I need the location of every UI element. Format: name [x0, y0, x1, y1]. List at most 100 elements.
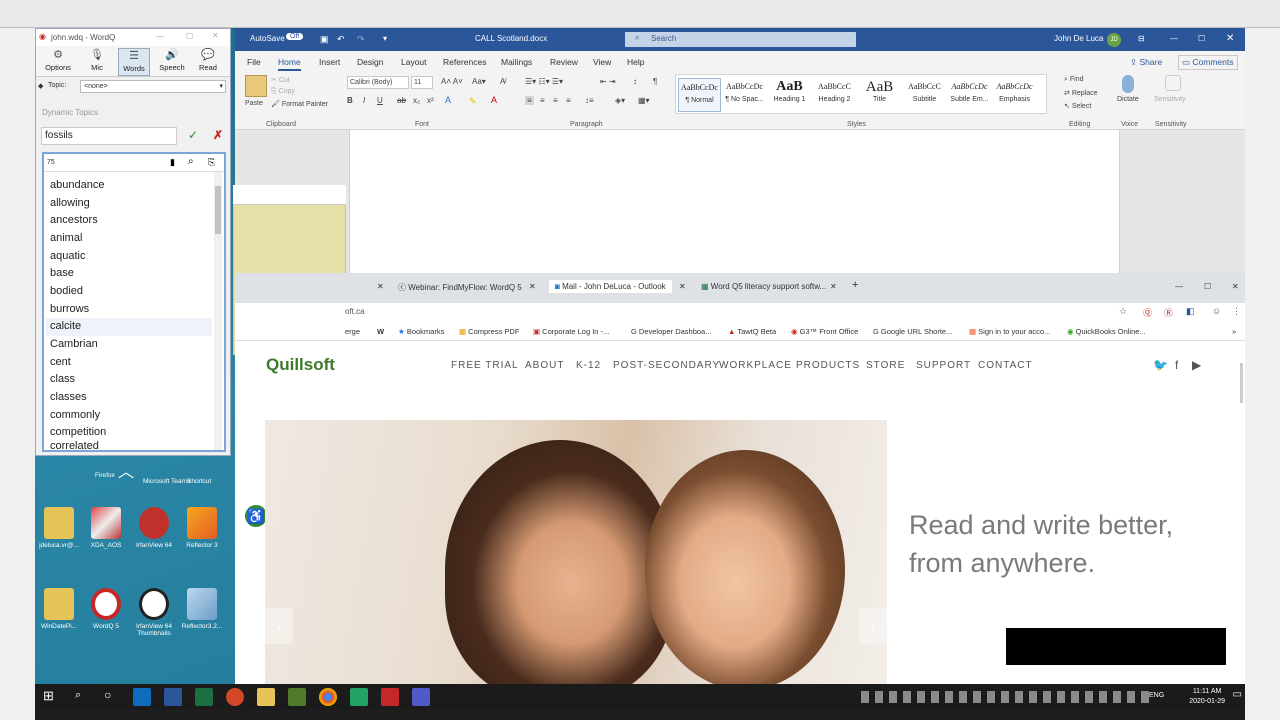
outlook-taskbar-icon[interactable] — [133, 688, 151, 706]
topic-select[interactable]: <none> ▾ — [80, 80, 226, 93]
comments-button[interactable]: ▭ Comments — [1178, 55, 1238, 70]
cut-button[interactable]: ✂ Cut — [271, 76, 290, 84]
checkmark-icon[interactable]: ✓ — [188, 128, 198, 142]
document-page[interactable] — [349, 130, 1120, 273]
user-avatar[interactable]: JD — [1107, 33, 1121, 47]
save-icon[interactable]: ▣ — [320, 34, 329, 45]
minimize-icon[interactable]: — — [1170, 34, 1178, 43]
find-button[interactable]: ⌕ Find — [1064, 76, 1084, 84]
paste-button[interactable]: Paste — [245, 100, 263, 107]
bookmark-item[interactable]: G Developer Dashboa... — [631, 327, 711, 336]
undo-icon[interactable]: ↶ — [337, 34, 345, 45]
desktop-icon-wordq[interactable]: WordQ 5 — [83, 588, 129, 630]
customize-qat-icon[interactable]: ▾ — [383, 34, 387, 43]
superscript-icon[interactable]: x² — [427, 96, 434, 105]
close-icon[interactable]: ✕ — [1226, 33, 1234, 44]
bookmark-item[interactable]: ▣ Corporate Log In -... — [533, 327, 609, 336]
chrome-taskbar-icon[interactable] — [319, 688, 337, 706]
list-item[interactable]: aquatic — [50, 250, 85, 262]
tab-file[interactable]: File — [247, 57, 261, 67]
indent-icon[interactable]: ⇤ ⇥ — [600, 77, 616, 86]
w-icon[interactable]: W — [377, 327, 384, 336]
browser-tab-outlook[interactable]: ◙ Mail - John DeLuca - Outlook — [549, 280, 672, 293]
list-item[interactable]: allowing — [50, 197, 90, 209]
list-item[interactable]: animal — [50, 232, 82, 244]
maximize-icon[interactable]: ☐ — [186, 32, 193, 41]
carousel-next-button[interactable]: › — [859, 608, 887, 644]
close-tab-icon[interactable]: ✕ — [377, 282, 384, 291]
tab-mailings[interactable]: Mailings — [501, 57, 532, 67]
extension-icon[interactable]: ◧ — [1186, 306, 1195, 317]
show-marks-icon[interactable]: ¶ — [653, 77, 657, 86]
share-button[interactable]: ⇪ Share — [1130, 57, 1162, 68]
strikethrough-icon[interactable]: ab — [397, 96, 406, 105]
words-button[interactable]: ☰ Words — [118, 48, 150, 76]
bookmark-item[interactable]: erge — [345, 327, 360, 336]
list-item[interactable]: cent — [50, 356, 71, 368]
highlight-icon[interactable]: ✎ — [469, 96, 477, 107]
desktop-icon-reflector[interactable]: Reflector 3 — [179, 507, 225, 549]
tab-help[interactable]: Help — [627, 57, 644, 67]
nav-about[interactable]: ABOUT — [525, 360, 564, 371]
topic-word-input[interactable]: fossils — [41, 127, 177, 145]
style-no-spacing[interactable]: AaBbCcDc ¶ No Spac... — [723, 78, 766, 112]
new-tab-icon[interactable]: + — [852, 279, 858, 291]
list-item[interactable]: calcite — [50, 320, 81, 332]
bookmark-item[interactable]: ▩ Compress PDF — [459, 327, 519, 336]
bookmark-item[interactable]: ▦ Sign in to your acco... — [969, 327, 1050, 336]
subscript-icon[interactable]: x₂ — [413, 96, 420, 105]
excel2-taskbar-icon[interactable] — [350, 688, 368, 706]
paste-icon[interactable] — [245, 75, 267, 97]
replace-button[interactable]: ⇄ Replace — [1064, 89, 1098, 97]
bookmark-folder[interactable]: ★ Bookmarks — [398, 327, 444, 336]
style-emphasis[interactable]: AaBbCcDc Emphasis — [993, 78, 1036, 112]
close-icon[interactable]: ✕ — [1232, 282, 1239, 291]
extension-r-icon[interactable]: Ⓡ — [1164, 306, 1173, 319]
font-name-select[interactable]: Calibri (Body) — [347, 76, 409, 89]
page-scrollbar[interactable] — [1240, 363, 1243, 403]
list-item[interactable]: correlated — [50, 440, 99, 450]
style-subtle-emphasis[interactable]: AaBbCcDc Subtle Em... — [948, 78, 991, 112]
borders-icon[interactable]: ▦▾ — [638, 96, 650, 105]
more-bookmarks-icon[interactable]: » — [1232, 327, 1236, 336]
word-taskbar-icon[interactable] — [164, 688, 182, 706]
bullets-icon[interactable]: ☰▾ ☷▾ ☰▾ — [525, 77, 563, 86]
desktop-icon-xda[interactable]: XDA_AOS — [83, 507, 129, 549]
clear-format-icon[interactable]: A̸ — [500, 77, 505, 86]
font-size-select[interactable]: 11 — [411, 76, 433, 89]
tab-view[interactable]: View — [593, 57, 611, 67]
style-subtitle[interactable]: AaBbCcC Subtitle — [903, 78, 946, 112]
browser-tab-wordq[interactable]: ▦ Word Q5 literacy support softw... — [701, 282, 826, 291]
font-color-icon[interactable]: A — [491, 95, 497, 105]
nav-products[interactable]: PRODUCTS — [796, 360, 860, 371]
bookmark-item[interactable]: ◉ QuickBooks Online... — [1067, 327, 1146, 336]
list-item[interactable]: burrows — [50, 303, 89, 315]
word-list-scrollbar[interactable] — [214, 172, 222, 450]
language-indicator[interactable]: ENG — [1149, 692, 1164, 699]
align-center-icon[interactable]: ≡ — [540, 96, 545, 105]
list-item[interactable]: class — [50, 373, 75, 385]
close-tab-icon[interactable]: ✕ — [679, 282, 686, 291]
sort-icon[interactable]: ↕ — [633, 77, 637, 86]
dictate-button[interactable]: Dictate — [1117, 96, 1139, 103]
list-item[interactable]: bodied — [50, 285, 83, 297]
select-button[interactable]: ↖ Select — [1064, 102, 1091, 110]
sensitivity-button[interactable]: Sensitivity — [1154, 96, 1186, 103]
shading-icon[interactable]: ◈▾ — [615, 96, 625, 105]
ribbon-display-icon[interactable]: ⊟ — [1138, 34, 1145, 43]
nav-contact[interactable]: CONTACT — [978, 360, 1033, 371]
style-heading1[interactable]: AaB Heading 1 — [768, 78, 811, 112]
tab-home[interactable]: Home — [278, 57, 301, 71]
format-painter-button[interactable]: 🖌 Format Painter — [271, 100, 328, 108]
browser-tab-webinar[interactable]: ⓒ Webinar: FindMyFlow: WordQ 5 — [398, 282, 522, 293]
menu-icon[interactable]: ⋮ — [1232, 306, 1241, 317]
sensitivity-icon[interactable] — [1165, 75, 1181, 91]
notification-icon[interactable]: ▭ — [1233, 689, 1242, 700]
bookmark-item[interactable]: ◉ G3™ Front Office — [791, 327, 858, 336]
tab-layout[interactable]: Layout — [401, 57, 427, 67]
desktop-icon-jdeluca[interactable]: jdeluca.vr@... — [36, 507, 82, 549]
carousel-prev-button[interactable]: ‹ — [265, 608, 293, 644]
mic-button[interactable]: 🎙 Mic — [81, 48, 113, 76]
tab-review[interactable]: Review — [550, 57, 578, 67]
app-taskbar-icon[interactable] — [288, 688, 306, 706]
